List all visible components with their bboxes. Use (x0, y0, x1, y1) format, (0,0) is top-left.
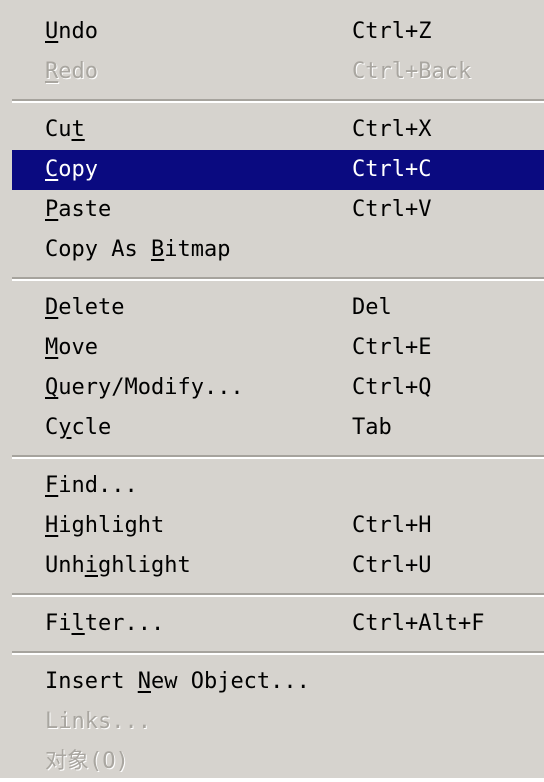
menu-item-label: Insert New Object... (45, 669, 310, 694)
menu-item-delete[interactable]: Delete Del (0, 288, 544, 328)
menu-separator (0, 270, 544, 288)
menu-separator (0, 586, 544, 604)
menu-item-shortcut: Ctrl+C (352, 157, 432, 182)
menu-item-shortcut: Ctrl+V (352, 197, 432, 222)
menu-item-shortcut: Ctrl+Q (352, 375, 432, 400)
edit-menu: Undo Ctrl+Z Redo Ctrl+Back Cut Ctrl+X Copy Ctrl… (0, 0, 544, 778)
menu-separator (0, 448, 544, 466)
menu-item-o: 对象(O) (0, 742, 544, 782)
menu-item-label: Copy As Bitmap (45, 237, 231, 262)
menu-item-label: Delete (45, 295, 125, 320)
menu-item-redo: Redo Ctrl+Back (0, 52, 544, 92)
menu-item-find[interactable]: Find... (0, 466, 544, 506)
menu-item-shortcut: Ctrl+Z (352, 19, 432, 44)
menu-item-cycle[interactable]: Cycle Tab (0, 408, 544, 448)
menu-separator (0, 644, 544, 662)
menu-item-shortcut: Ctrl+E (352, 335, 432, 360)
menu-item-shortcut: Ctrl+H (352, 513, 432, 538)
menu-separator (0, 92, 544, 110)
menu-item-label: Unhighlight (45, 553, 191, 578)
menu-item-query-modify[interactable]: Query/Modify... Ctrl+Q (0, 368, 544, 408)
menu-item-move[interactable]: Move Ctrl+E (0, 328, 544, 368)
menu-item-label: Filter... (45, 611, 165, 636)
menu-item-shortcut: Tab (352, 415, 392, 440)
menu-item-copy-as-bitmap[interactable]: Copy As Bitmap (0, 230, 544, 270)
menu-item-links: Links... (0, 702, 544, 742)
menu-item-label: 对象(O) (45, 749, 129, 774)
menu-item-shortcut: Ctrl+U (352, 553, 432, 578)
menu-item-insert-new-object[interactable]: Insert New Object... (0, 662, 544, 702)
menu-item-shortcut: Ctrl+Back (352, 59, 472, 84)
menu-item-label: Highlight (45, 513, 165, 538)
menu-item-label: Links... (45, 709, 151, 734)
menu-item-undo[interactable]: Undo Ctrl+Z (0, 12, 544, 52)
menu-item-label: Find... (45, 473, 138, 498)
menu-item-label: Paste (45, 197, 112, 222)
menu-item-label: Move (45, 335, 98, 360)
menu-item-cut[interactable]: Cut Ctrl+X (0, 110, 544, 150)
menu-item-paste[interactable]: Paste Ctrl+V (0, 190, 544, 230)
menu-item-filter[interactable]: Filter... Ctrl+Alt+F (0, 604, 544, 644)
menu-item-shortcut: Ctrl+X (352, 117, 432, 142)
menu-item-shortcut: Ctrl+Alt+F (352, 611, 485, 636)
menu-item-shortcut: Del (352, 295, 392, 320)
menu-item-label: Copy (45, 157, 98, 182)
menu-item-label: Cycle (45, 415, 112, 440)
menu-item-label: Redo (45, 59, 98, 84)
menu-item-highlight[interactable]: Highlight Ctrl+H (0, 506, 544, 546)
menu-item-unhighlight[interactable]: Unhighlight Ctrl+U (0, 546, 544, 586)
menu-item-label: Cut (45, 117, 85, 142)
menu-item-copy[interactable]: Copy Ctrl+C (12, 150, 544, 190)
menu-item-label: Query/Modify... (45, 375, 244, 400)
menu-item-label: Undo (45, 19, 98, 44)
